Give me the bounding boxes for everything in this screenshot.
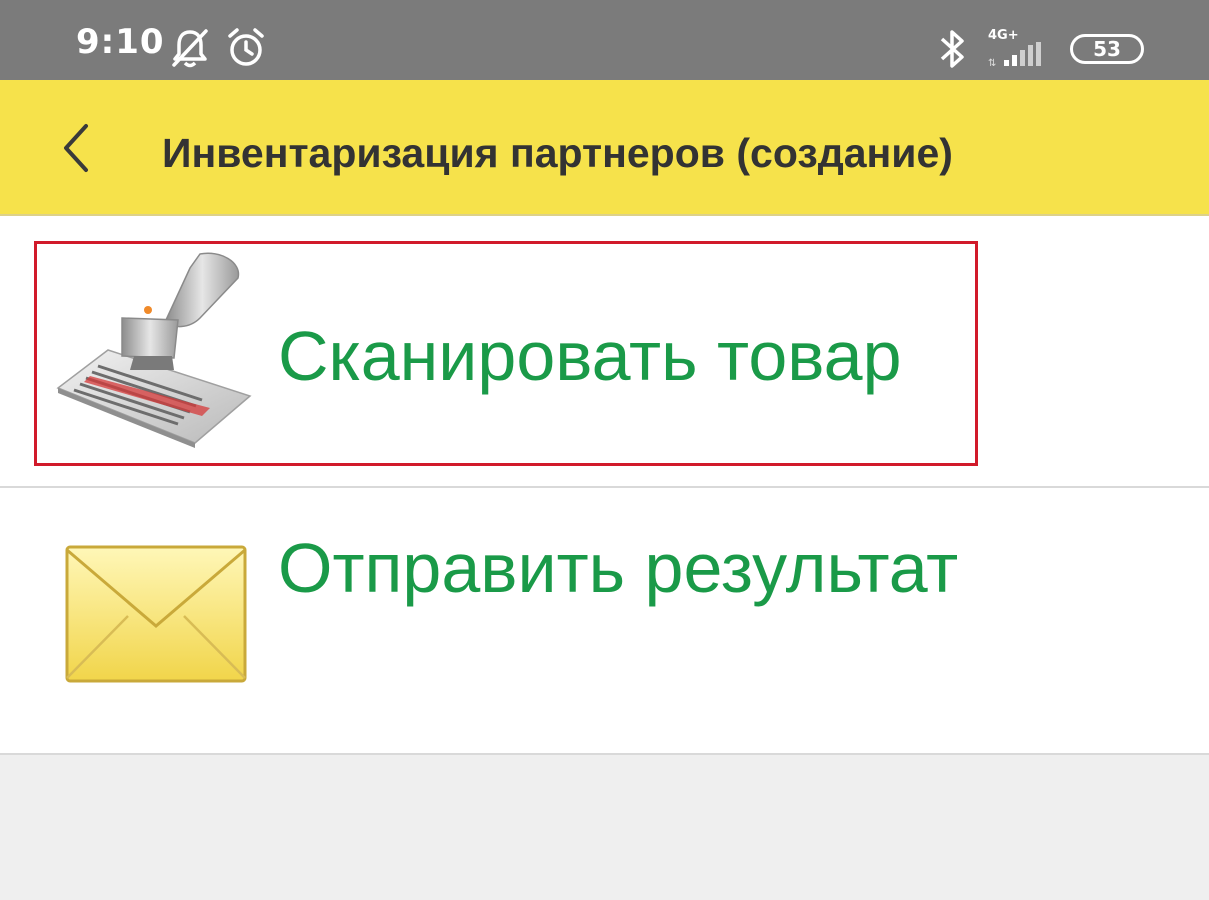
envelope-icon bbox=[65, 545, 247, 683]
status-bar: 9:10 4G+ ⇅ 53 bbox=[0, 0, 1209, 80]
barcode-scanner-icon bbox=[56, 252, 252, 448]
menu-item-label[interactable]: Сканировать товар bbox=[278, 316, 902, 396]
svg-text:⇅: ⇅ bbox=[988, 58, 996, 68]
alarm-icon bbox=[228, 28, 264, 66]
signal-icon: ⇅ bbox=[988, 42, 1041, 68]
battery-indicator: 53 bbox=[1070, 34, 1144, 64]
bluetooth-icon bbox=[940, 30, 964, 68]
network-label: 4G+ bbox=[988, 28, 1019, 43]
back-button[interactable] bbox=[50, 120, 104, 176]
menu-item-label[interactable]: Отправить результат bbox=[278, 528, 958, 608]
page-title: Инвентаризация партнеров (создание) bbox=[162, 130, 953, 176]
chevron-left-icon bbox=[64, 124, 88, 172]
status-time: 9:10 bbox=[76, 22, 165, 62]
app-header: Инвентаризация партнеров (создание) bbox=[0, 80, 1209, 216]
bell-off-icon bbox=[172, 29, 208, 68]
